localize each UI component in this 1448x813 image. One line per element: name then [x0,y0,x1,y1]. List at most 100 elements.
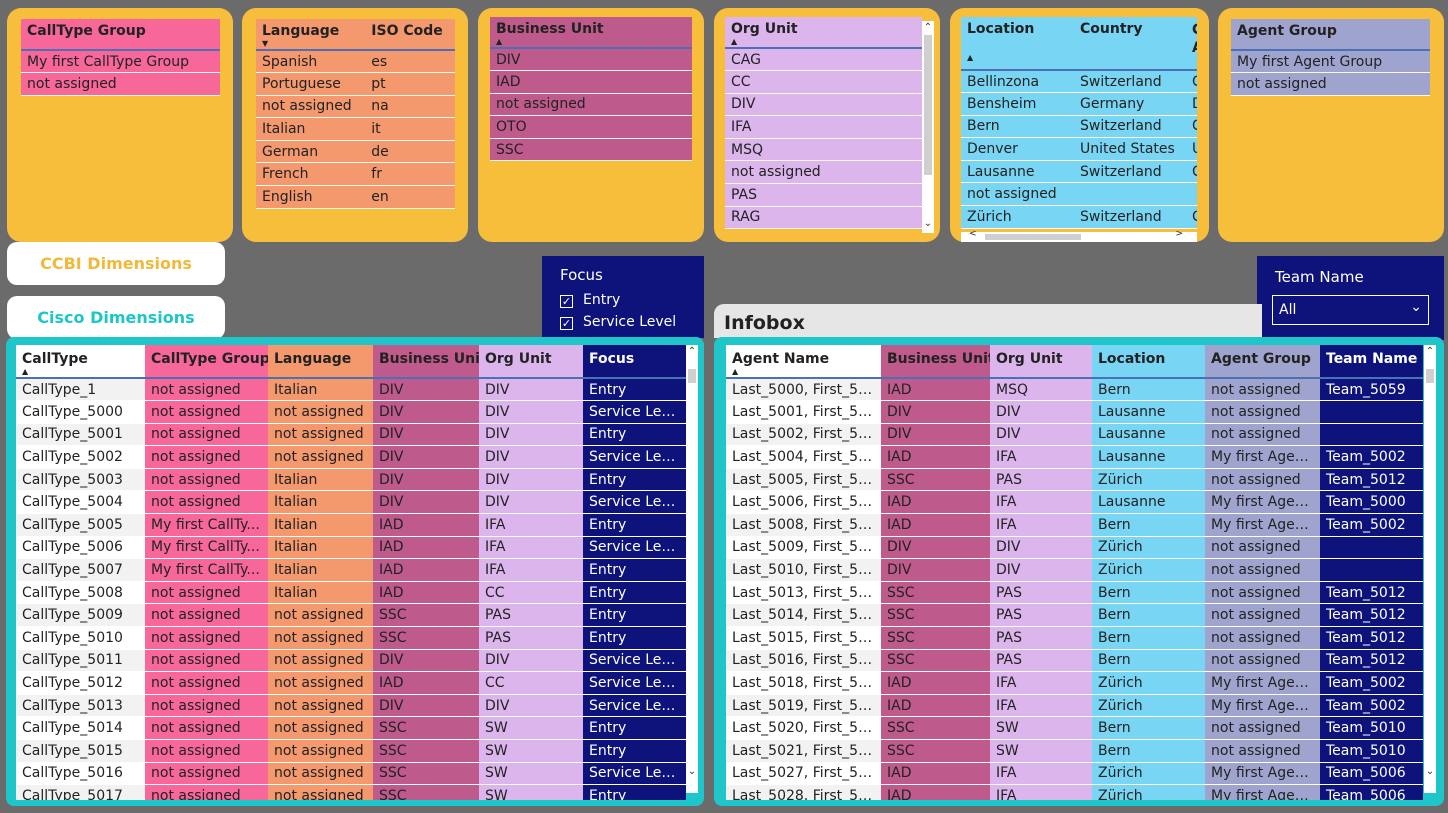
table-row[interactable]: CallType_5002 not assigned not assigned DIV… [16,445,686,469]
column-header[interactable]: Business Unit [373,345,479,379]
location-hscrollbar[interactable]: < > [961,229,1197,242]
calltype-group-header[interactable]: CallType Group [21,19,220,51]
agent-group-header[interactable]: Agent Group [1231,19,1430,51]
table-row[interactable]: Last_5008, First_5008 IAD IFA Bern My first … [726,513,1423,537]
list-item[interactable]: DenverUnited StatesU [961,137,1197,161]
table-row[interactable]: CallType_5009 not assigned not assigned SSC… [16,603,686,628]
table-row[interactable]: CallType_5014 not assigned not assigned SSC… [16,716,686,740]
table-row[interactable]: Last_5010, First_5010 DIV DIV Zürich not ass… [726,558,1423,582]
list-item[interactable]: not assigned [1231,72,1430,96]
scroll-thumb[interactable] [688,369,696,383]
table-row[interactable]: Last_5021, First_5021 SSC SW Bern not assign… [726,739,1423,763]
table-row[interactable]: Last_5019, First_5019 IAD IFA Zürich My firs… [726,694,1423,718]
list-item[interactable]: CC [725,70,922,94]
column-header[interactable]: Language [268,345,373,379]
list-item[interactable]: Portuguese pt [256,72,455,96]
table-row[interactable]: Last_5013, First_5013 SSC PAS Bern not assig… [726,581,1423,605]
list-item[interactable]: Spanish es [256,50,455,74]
table-row[interactable]: CallType_5003 not assigned Italian DIV DIV En… [16,468,686,492]
column-header[interactable]: Agent Group [1205,345,1320,379]
list-item[interactable]: RAG [725,206,922,230]
column-header[interactable]: Agent Name ▲ [726,345,881,379]
table-row[interactable]: CallType_5017 not assigned not assigned SSC… [16,784,686,800]
scroll-thumb[interactable] [1426,369,1434,383]
list-item[interactable]: not assigned [490,93,692,117]
column-header[interactable]: Business Unit [881,345,990,379]
list-item[interactable]: LausanneSwitzerlandC [961,160,1197,184]
language-header[interactable]: Language ▼ [256,19,366,51]
list-item[interactable]: SSC [490,138,692,162]
column-header[interactable]: CallType ▲ [16,345,145,379]
list-item[interactable]: PAS [725,183,922,207]
scroll-down-icon[interactable]: ⌄ [1424,765,1436,779]
table-row[interactable]: Last_5028, First_5028 IAD IFA Zürich My firs… [726,784,1423,800]
column-header[interactable]: Org Unit [990,345,1092,379]
country-header[interactable]: Country [1074,17,1186,71]
table-row[interactable]: CallType_5015 not assigned not assigned SSC… [16,739,686,763]
scroll-up-icon[interactable]: ⌃ [1424,345,1436,359]
scroll-thumb[interactable] [924,35,932,175]
list-item[interactable]: DIV [725,93,922,117]
list-item[interactable]: My first Agent Group [1231,50,1430,74]
column-header[interactable]: CallType Group [145,345,268,379]
truncated-header[interactable]: CA [1186,17,1197,71]
scroll-down-icon[interactable]: ⌄ [686,765,698,779]
list-item[interactable]: IAD [490,70,692,94]
list-item[interactable]: DIV [490,48,692,72]
list-item[interactable]: BernSwitzerlandC [961,115,1197,139]
focus-option-service-level[interactable]: ✓ Service Level [560,314,676,330]
business-unit-header[interactable]: Business Unit ▲ [490,17,692,49]
list-item[interactable]: BellinzonaSwitzerlandC [961,70,1197,94]
table-row[interactable]: CallType_5011 not assigned not assigned DIV… [16,649,686,673]
scroll-down-icon[interactable]: ⌄ [922,217,934,231]
table-row[interactable]: CallType_5000 not assigned not assigned DIV… [16,400,686,424]
table-row[interactable]: Last_5004, First_5004 IAD IFA Lausanne My fi… [726,445,1423,469]
table-row[interactable]: Last_5009, First_5009 DIV DIV Zürich not ass… [726,536,1423,560]
table-row[interactable]: Last_5015, First_5015 SSC PAS Bern not assig… [726,626,1423,650]
table-row[interactable]: CallType_5001 not assigned not assigned DIV… [16,423,686,447]
list-item[interactable]: CAG [725,48,922,72]
table-row[interactable]: Last_5002, First_5002 DIV DIV Lausanne not a… [726,423,1423,447]
table-row[interactable]: CallType_5005 My first CallTy... Italian IA… [16,513,686,537]
column-header[interactable]: Focus [583,345,686,379]
focus-option-entry[interactable]: ✓ Entry [560,292,620,308]
scroll-up-icon[interactable]: ⌃ [686,345,698,359]
table-row[interactable]: Last_5001, First_5001 DIV DIV Lausanne not a… [726,400,1423,424]
list-item[interactable]: English en [256,185,455,209]
scroll-right-icon[interactable]: > [1175,229,1183,239]
team-name-dropdown[interactable]: All ⌄ [1272,295,1429,325]
iso-code-header[interactable]: ISO Code [365,19,455,51]
table-row[interactable]: Last_5027, First_5027 IAD IFA Zürich My firs… [726,762,1423,786]
table-row[interactable]: CallType_5012 not assigned not assigned IAD… [16,671,686,695]
scroll-thumb[interactable] [985,234,1081,240]
table-row[interactable]: Last_5018, First_5018 IAD IFA Zürich My firs… [726,671,1423,695]
table-row[interactable]: CallType_5013 not assigned not assigned DIV… [16,694,686,718]
list-item[interactable]: not assigned [725,160,922,185]
table-row[interactable]: Last_5016, First_5016 SSC PAS Bern not assig… [726,649,1423,673]
org-unit-scrollbar[interactable]: ⌃ ⌄ [922,21,934,233]
location-header[interactable]: Location ▲ [961,17,1074,71]
list-item[interactable]: not assigned [961,182,1197,207]
list-item[interactable]: OTO [490,115,692,139]
list-item[interactable]: BensheimGermanyD [961,92,1197,116]
table-row[interactable]: Last_5005, First_5005 SSC PAS Zürich not ass… [726,468,1423,492]
list-item[interactable]: My first CallType Group [21,50,220,74]
column-header[interactable]: Location [1092,345,1205,379]
calltype-table-scrollbar[interactable]: ⌃ ⌄ [686,345,698,793]
table-row[interactable]: CallType_5010 not assigned not assigned SSC… [16,626,686,650]
list-item[interactable]: ZürichSwitzerlandC [961,205,1197,229]
list-item[interactable]: IFA [725,115,922,139]
scroll-up-icon[interactable]: ⌃ [922,21,934,35]
org-unit-header[interactable]: Org Unit ▲ [725,17,922,49]
list-item[interactable]: not assigned na [256,95,455,119]
table-row[interactable]: CallType_5008 not assigned Italian IAD CC Ent… [16,581,686,605]
checkbox-checked-icon[interactable]: ✓ [560,295,573,308]
table-row[interactable]: CallType_5016 not assigned not assigned SSC… [16,762,686,786]
list-item[interactable]: MSQ [725,138,922,162]
cisco-dimensions-button[interactable]: Cisco Dimensions [7,296,225,339]
column-header[interactable]: Team Name [1320,345,1423,379]
agent-table-scrollbar[interactable]: ⌃ ⌄ [1424,345,1436,793]
list-item[interactable]: French fr [256,162,455,187]
table-row[interactable]: CallType_1 not assigned Italian DIV DIV Entry [16,378,686,402]
column-header[interactable]: Org Unit [479,345,583,379]
